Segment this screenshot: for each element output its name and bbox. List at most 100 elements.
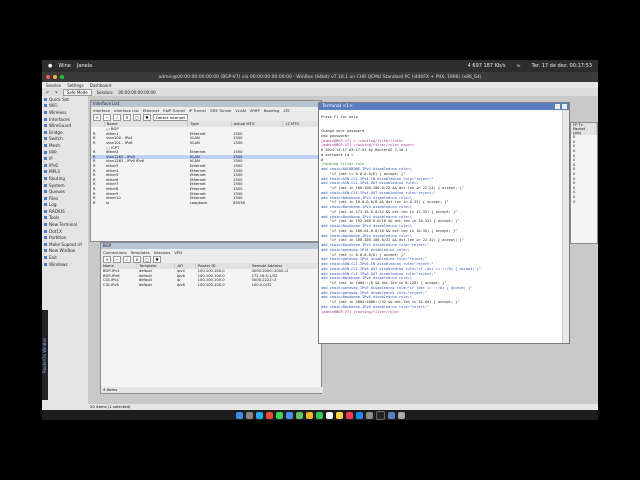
bgp-tab-connections[interactable]: Connections (103, 250, 126, 255)
tab-bonding[interactable]: Bonding (264, 108, 280, 113)
sidebar-item-partition[interactable]: Partition (42, 234, 88, 241)
finder-icon[interactable] (235, 411, 243, 419)
clock[interactable]: Ter. 17 de dez. 00:17:53 (532, 63, 592, 69)
sidebar-item-new-terminal[interactable]: New Terminal (42, 221, 88, 228)
sidebar-item-mpls[interactable]: MPLS (42, 169, 88, 176)
safe-mode-button[interactable]: Safe Mode (62, 88, 92, 96)
menu-session[interactable]: Session (46, 83, 61, 88)
menu-janela[interactable]: Janela (77, 63, 92, 69)
remove-icon[interactable]: − (103, 113, 111, 121)
session-label: Session: (96, 89, 114, 95)
sidebar-item-make-supout-rif[interactable]: Make Supout.rif (42, 241, 88, 248)
sidebar-item-mesh[interactable]: Mesh (42, 142, 88, 149)
interface-list-window[interactable]: Interface List Interface Interface List Et… (90, 100, 322, 242)
sidebar-item-tools[interactable]: Tools (42, 215, 88, 222)
sidebar-item-ip[interactable]: IP (42, 155, 88, 162)
sidebar-item-new-winbox[interactable]: New WinBox (42, 248, 88, 255)
notes-icon[interactable] (335, 411, 343, 419)
bgp-remove-icon[interactable]: − (113, 255, 121, 263)
table-row[interactable]: CGI-IPv6 default ipv6 100.100.100.0 100.0.0/… (101, 283, 321, 288)
bgp-tab-templates[interactable]: Templates (130, 250, 149, 255)
redo-icon[interactable]: ↷ (54, 90, 57, 95)
maps-icon[interactable] (295, 411, 303, 419)
sidebar-item-ppp[interactable]: PPP (42, 149, 88, 156)
messages-icon[interactable] (275, 411, 283, 419)
disable-icon[interactable]: ✕ (123, 113, 131, 121)
sidebar-item-queues[interactable]: Queues (42, 188, 88, 195)
terminal-app-icon[interactable] (375, 410, 385, 420)
sidebar-item-system[interactable]: System (42, 182, 88, 189)
table-row[interactable]: Rlo Loopback 65536 (91, 201, 321, 206)
photos-icon[interactable] (305, 411, 313, 419)
bgp-add-icon[interactable]: + (103, 255, 111, 263)
launchpad-icon[interactable] (245, 411, 253, 419)
tab-eoip-tunnel[interactable]: EoIP Tunnel (163, 108, 185, 113)
terminal-titlebar[interactable]: Terminal <1> (319, 103, 569, 110)
tab-vrrp[interactable]: VRRP (250, 108, 260, 113)
menu-item-icon (44, 97, 47, 101)
bgp-tab-vpn[interactable]: VPN (174, 250, 182, 255)
app-name[interactable]: Wine (58, 63, 70, 69)
apple-icon[interactable]: ● (48, 63, 52, 69)
detect-internet-button[interactable]: Detect Internet (153, 113, 188, 121)
calendar-icon[interactable] (325, 411, 333, 419)
sidebar-item-files[interactable]: Files (42, 195, 88, 202)
facetime-icon[interactable] (315, 411, 323, 419)
sidebar-item-exit[interactable]: Exit (42, 254, 88, 261)
sidebar-item-quick-set[interactable]: Quick Set (42, 96, 88, 103)
tab-lte[interactable]: LTE (283, 108, 289, 113)
terminal-scrollbar[interactable] (562, 110, 569, 343)
terminal-output[interactable]: Press F1 for help Change your password new… (319, 110, 564, 343)
bgp-enable-icon[interactable]: ✓ (123, 255, 131, 263)
menu-item-icon (44, 124, 47, 128)
trash-icon[interactable] (397, 411, 405, 419)
appstore-icon[interactable] (355, 411, 363, 419)
sidebar-item-ipv6[interactable]: IPv6 (42, 162, 88, 169)
safari-icon[interactable] (255, 411, 263, 419)
settings-icon[interactable] (365, 411, 373, 419)
cell-afi: ipv6 (176, 283, 185, 288)
close-window-icon[interactable] (46, 75, 50, 79)
winbox-app-icon[interactable] (387, 411, 395, 419)
minimize-window-icon[interactable] (53, 75, 57, 79)
music-icon[interactable] (345, 411, 353, 419)
sidebar-item-routing[interactable]: Routing (42, 175, 88, 182)
sidebar-item-switch[interactable]: Switch (42, 136, 88, 143)
tab-interface[interactable]: Interface (93, 108, 110, 113)
bgp-window[interactable]: BGP Connections Templates Sessions VPN + − … (100, 242, 323, 394)
sidebar-item-wifi[interactable]: WiFi (42, 103, 88, 110)
maximize-window-icon[interactable] (60, 75, 64, 79)
tab-interface-list[interactable]: Interface List (114, 108, 139, 113)
sidebar-item-windows[interactable]: Windows (42, 261, 88, 268)
sidebar-item-wireguard[interactable]: WireGuard (42, 122, 88, 129)
menu-item-icon (44, 157, 47, 161)
terminal-window[interactable]: Terminal <1> Press F1 for help Change you… (318, 102, 570, 344)
tab-vlan[interactable]: VLAN (235, 108, 245, 113)
winbox-titlebar[interactable]: admin@00:00:00:00:00:00 (BGP-V7) via 00:… (42, 72, 598, 82)
filter-icon[interactable]: ▼ (143, 113, 151, 121)
terminal-close-icon[interactable] (562, 104, 567, 109)
menu-settings[interactable]: Settings (67, 83, 83, 88)
wifi-icon[interactable]: ≈ (516, 63, 520, 69)
tab-ip-tunnel[interactable]: IP Tunnel (189, 108, 206, 113)
bgp-filter-icon[interactable]: ▼ (153, 255, 161, 263)
undo-icon[interactable]: ↶ (46, 90, 49, 95)
sidebar-item-dot1x[interactable]: Dot1X (42, 228, 88, 235)
menu-dashboard[interactable]: Dashboard (90, 83, 112, 88)
sidebar-item-interfaces[interactable]: Interfaces (42, 116, 88, 123)
chrome-icon[interactable] (265, 411, 273, 419)
sidebar-item-wireless[interactable]: Wireless (42, 109, 88, 116)
add-icon[interactable]: + (93, 113, 101, 121)
bgp-disable-icon[interactable]: ✕ (133, 255, 141, 263)
sidebar-item-bridge[interactable]: Bridge (42, 129, 88, 136)
tab-ethernet[interactable]: Ethernet (143, 108, 159, 113)
bgp-tab-sessions[interactable]: Sessions (154, 250, 170, 255)
terminal-minimize-icon[interactable] (555, 104, 560, 109)
comment-icon[interactable]: □ (133, 113, 141, 121)
sidebar-item-log[interactable]: Log (42, 202, 88, 209)
bgp-comment-icon[interactable]: □ (143, 255, 151, 263)
sidebar-item-radius[interactable]: RADIUS (42, 208, 88, 215)
enable-icon[interactable]: ✓ (113, 113, 121, 121)
mail-icon[interactable] (285, 411, 293, 419)
tab-gre-tunnel[interactable]: GRE Tunnel (210, 108, 232, 113)
